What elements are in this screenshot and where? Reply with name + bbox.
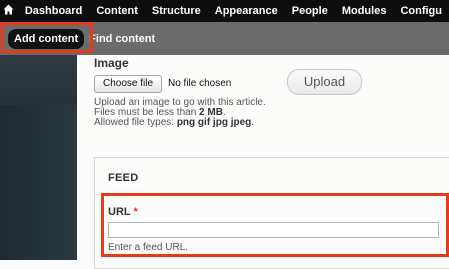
image-help-text: Upload an image to go with this article.… (94, 98, 266, 128)
node-form: Image Choose file No file chosen Upload … (77, 55, 449, 269)
file-status-text: No file chosen (168, 78, 232, 89)
toolbar-item-content[interactable]: Content (89, 5, 145, 17)
sidebar-shade (0, 105, 77, 260)
toolbar-item-modules[interactable]: Modules (335, 5, 394, 17)
shortcut-find-content[interactable]: Find content (84, 33, 160, 45)
toolbar-item-appearance[interactable]: Appearance (208, 5, 285, 17)
upload-button[interactable]: Upload (287, 69, 362, 95)
choose-file-button[interactable]: Choose file (94, 75, 162, 93)
home-icon (3, 4, 14, 18)
required-marker: * (133, 206, 138, 218)
url-description: Enter a feed URL. (108, 242, 189, 253)
toolbar-item-dashboard[interactable]: Dashboard (18, 5, 89, 17)
feed-url-input[interactable] (108, 222, 439, 238)
admin-toolbar: Dashboard Content Structure Appearance P… (0, 0, 449, 22)
shortcut-add-content[interactable]: Add content (8, 28, 85, 49)
toolbar-item-configuration[interactable]: Configu (393, 5, 449, 17)
allowed-file-types: png gif jpg jpeg (176, 117, 252, 128)
left-sidebar (0, 55, 77, 260)
feed-fieldset: FEED URL * Enter a feed URL. (94, 157, 449, 269)
toolbar-item-structure[interactable]: Structure (145, 5, 208, 17)
feed-legend: FEED (108, 172, 139, 184)
help-line-3: Allowed file types: png gif jpg jpeg. (94, 117, 255, 128)
image-field-label: Image (94, 56, 129, 70)
url-field-label: URL * (108, 206, 138, 218)
toolbar-item-people[interactable]: People (285, 5, 335, 17)
shortcuts-bar: Add content Find content (0, 22, 449, 55)
home-link[interactable] (0, 4, 18, 18)
feed-divider (95, 194, 449, 195)
